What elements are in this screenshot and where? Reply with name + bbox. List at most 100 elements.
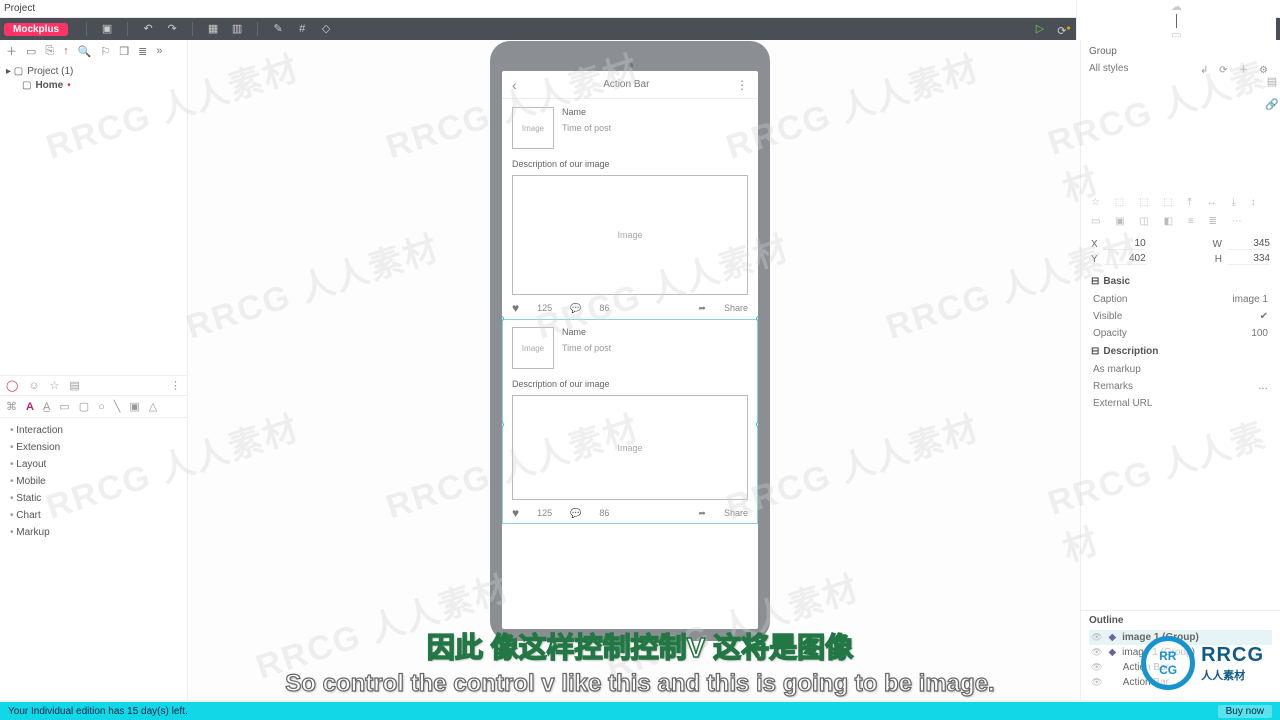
section-basic[interactable]: ⊟ Basic bbox=[1081, 272, 1280, 291]
value-remarks[interactable]: … bbox=[1258, 381, 1268, 392]
avatar-placeholder[interactable]: Image bbox=[512, 327, 554, 369]
category-chart[interactable]: Chart bbox=[0, 507, 187, 524]
value-visible[interactable]: ✔ bbox=[1260, 311, 1268, 322]
more-icon[interactable]: » bbox=[156, 45, 162, 57]
like-count: 125 bbox=[537, 508, 552, 518]
text-tool-icon[interactable]: A bbox=[26, 401, 34, 413]
group-icon[interactable]: ▦ bbox=[206, 22, 220, 36]
duplicate-icon[interactable]: ⎘ bbox=[45, 45, 54, 58]
pin-icon[interactable]: ✎ bbox=[271, 22, 285, 36]
post-description: Description of our image bbox=[512, 159, 748, 169]
section-description[interactable]: ⊟ Description bbox=[1081, 342, 1280, 361]
refresh-icon[interactable]: ⟳● bbox=[1057, 22, 1071, 36]
share-icon[interactable]: ➦ bbox=[698, 303, 706, 314]
save-icon[interactable]: ▣ bbox=[100, 22, 114, 36]
tab-link-icon[interactable]: 🔗 bbox=[1265, 98, 1279, 111]
redo-icon[interactable]: ↷ bbox=[165, 22, 179, 36]
list-icon[interactable]: ≣ bbox=[138, 45, 147, 58]
status-message: Your Individual edition has 15 day(s) le… bbox=[8, 706, 188, 717]
buy-now-button[interactable]: Buy now bbox=[1218, 705, 1272, 718]
up-icon[interactable]: ↑ bbox=[63, 45, 69, 57]
play-icon[interactable]: ▷ bbox=[1033, 22, 1047, 36]
rect-tool-icon[interactable]: ▭ bbox=[59, 400, 69, 413]
like-count: 125 bbox=[537, 303, 552, 313]
flag-icon[interactable]: ⚐ bbox=[100, 45, 110, 58]
share-label: Share bbox=[724, 508, 748, 518]
like-icon[interactable]: ♥ bbox=[512, 301, 519, 315]
image-tool-icon[interactable]: ▣ bbox=[129, 400, 139, 413]
component-categories: Interaction Extension Layout Mobile Stat… bbox=[0, 418, 187, 545]
outline-item[interactable]: 👁 Action Bar bbox=[1089, 675, 1272, 690]
comment-count: 86 bbox=[599, 508, 609, 518]
mock-action-bar[interactable]: ‹ Action Bar ⋮ bbox=[502, 71, 758, 99]
category-interaction[interactable]: Interaction bbox=[0, 422, 187, 439]
category-mobile[interactable]: Mobile bbox=[0, 473, 187, 490]
triangle-tool-icon[interactable]: △ bbox=[149, 400, 157, 413]
share-icon[interactable]: ➦ bbox=[698, 508, 706, 519]
link-tool-icon[interactable]: ⌘ bbox=[6, 400, 17, 413]
tab-more-icon[interactable]: ⋮ bbox=[170, 379, 181, 392]
tree-root[interactable]: ▸ ▢ Project (1) bbox=[6, 66, 181, 77]
tab-components-icon[interactable]: ◯ bbox=[6, 379, 18, 392]
post-time: Time of post bbox=[562, 343, 611, 353]
folder-icon[interactable]: ▭ bbox=[26, 45, 36, 58]
back-icon[interactable]: ‹ bbox=[512, 77, 517, 93]
post-image-placeholder[interactable]: Image bbox=[512, 175, 748, 295]
label-asmarkup: As markup bbox=[1093, 364, 1141, 375]
ungroup-icon[interactable]: ▥ bbox=[230, 22, 244, 36]
device-screen: ‹ Action Bar ⋮ Image Name Time of post D… bbox=[502, 71, 758, 629]
mock-post-1[interactable]: Image Name Time of post Description of o… bbox=[502, 99, 758, 319]
style-selector[interactable]: All styles bbox=[1089, 63, 1128, 74]
outline-item[interactable]: 👁 ◆ image 1 (Group) bbox=[1089, 645, 1272, 660]
align-tools-row2[interactable]: ▭ ▣ ◫ ◧ ≡ ≣ ⋯ bbox=[1081, 212, 1280, 231]
tree-page-home[interactable]: ▢ Home • bbox=[22, 80, 181, 91]
category-layout[interactable]: Layout bbox=[0, 456, 187, 473]
category-extension[interactable]: Extension bbox=[0, 439, 187, 456]
like-icon[interactable]: ♥ bbox=[512, 506, 519, 520]
comment-icon[interactable]: 💬 bbox=[570, 508, 581, 519]
device-frame: ⟳ ‹ Action Bar ⋮ Image Name Time of post bbox=[490, 41, 770, 641]
value-opacity[interactable]: 100 bbox=[1251, 328, 1268, 339]
input-x[interactable] bbox=[1104, 238, 1146, 250]
selection-handle[interactable] bbox=[502, 422, 504, 427]
textarea-tool-icon[interactable]: A̲ bbox=[43, 401, 50, 413]
copy-icon[interactable]: ❐ bbox=[119, 45, 129, 58]
mock-post-2-selected[interactable]: Image Name Time of post Description of o… bbox=[502, 319, 758, 524]
selection-handle[interactable] bbox=[756, 422, 758, 427]
value-caption[interactable]: image 1 bbox=[1232, 294, 1268, 305]
avatar-placeholder[interactable]: Image bbox=[512, 107, 554, 149]
main-toolbar: Mockplus ▣ ↶ ↷ ▦ ▥ ✎ # ◇ ▷ ⟳● ⇱ ⇪ ▩ ☁ ▭ … bbox=[0, 18, 1280, 40]
ruler-icon[interactable]: ◇ bbox=[319, 22, 333, 36]
add-page-icon[interactable]: ＋ bbox=[6, 43, 17, 59]
canvas[interactable]: ⟳ ‹ Action Bar ⋮ Image Name Time of post bbox=[188, 40, 1080, 700]
brand-badge[interactable]: Mockplus bbox=[4, 23, 68, 36]
line-tool-icon[interactable]: ╲ bbox=[114, 400, 121, 413]
style-actions[interactable]: ↲ ⟳ ＋ ⚙ bbox=[1200, 61, 1272, 76]
grid-icon[interactable]: # bbox=[295, 22, 309, 36]
tab-star-icon[interactable]: ☆ bbox=[50, 379, 60, 392]
roundrect-tool-icon[interactable]: ▢ bbox=[79, 400, 89, 413]
align-tools-row1[interactable]: ☆ ⬚ ⬚ ⬚ ⤒ ↔ ⤓ ↕ bbox=[1081, 193, 1280, 212]
tab-smiley-icon[interactable]: ☺ bbox=[28, 380, 39, 392]
selection-handle[interactable] bbox=[756, 316, 758, 321]
input-h[interactable] bbox=[1228, 253, 1270, 265]
input-w[interactable] bbox=[1228, 238, 1270, 250]
post-time: Time of post bbox=[562, 123, 611, 133]
undo-icon[interactable]: ↶ bbox=[141, 22, 155, 36]
outline-item[interactable]: 👁 ◆ image 1 (Group) bbox=[1089, 630, 1272, 645]
category-static[interactable]: Static bbox=[0, 490, 187, 507]
label-visible: Visible bbox=[1093, 311, 1122, 322]
cloud-icon[interactable]: ☁ bbox=[1170, 0, 1184, 14]
search-icon[interactable]: 🔍 bbox=[78, 45, 92, 58]
post-image-placeholder[interactable]: Image bbox=[512, 395, 748, 500]
outline-item[interactable]: 👁 Action Bar bbox=[1089, 660, 1272, 675]
input-y[interactable] bbox=[1104, 253, 1146, 265]
kebab-icon[interactable]: ⋮ bbox=[736, 78, 748, 92]
tab-properties-icon[interactable]: ▤ bbox=[1267, 75, 1277, 88]
label-opacity: Opacity bbox=[1093, 328, 1127, 339]
tab-template-icon[interactable]: ▤ bbox=[69, 379, 79, 392]
selection-handle[interactable] bbox=[502, 316, 504, 321]
category-markup[interactable]: Markup bbox=[0, 524, 187, 541]
comment-icon[interactable]: 💬 bbox=[570, 303, 581, 314]
circle-tool-icon[interactable]: ○ bbox=[98, 401, 105, 413]
